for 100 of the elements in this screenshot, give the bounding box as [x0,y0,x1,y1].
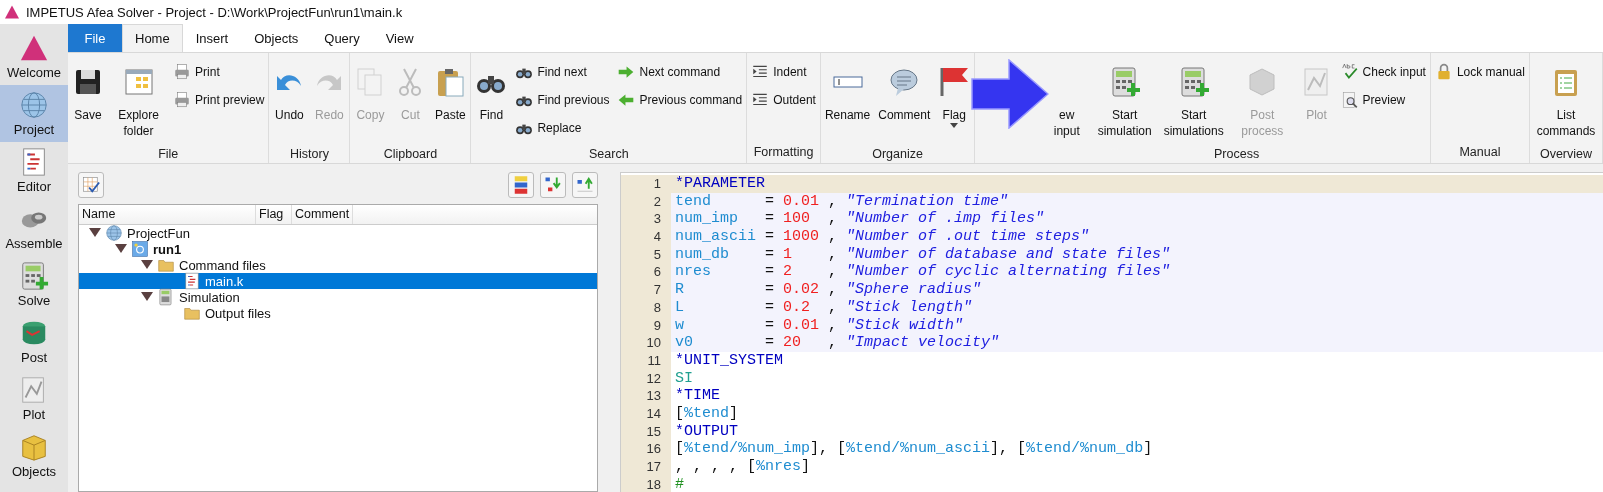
sidebar-item[interactable]: Post [0,313,68,370]
magnifier-icon [1340,91,1359,109]
code-line: *OUTPUT [674,422,739,441]
move-up-button[interactable] [572,172,598,198]
calculator-icon [19,261,49,291]
sidebar-item[interactable]: Objects [0,427,68,484]
move-down-button[interactable] [540,172,566,198]
triangle-logo-icon [4,4,20,20]
calculator-icon [157,288,175,306]
table-check-button[interactable] [78,172,104,198]
tree-label: Output files [205,305,271,321]
group-label: Process [1213,146,1261,163]
tree-label: main.k [205,273,244,289]
expanded-caret-icon[interactable] [89,228,101,238]
code-line: SI [674,369,694,388]
ribbon-button[interactable]: Start simulation [1091,59,1159,145]
tree-label: run1 [153,241,182,257]
ribbon-button[interactable]: Save [69,59,107,145]
sidebar-item[interactable]: Plot [0,370,68,427]
group-label: Clipboard [382,146,439,163]
ribbon-button[interactable]: Print [170,61,268,83]
table-check-icon [81,175,101,195]
ribbon-button[interactable]: List commands [1530,59,1601,145]
group-label: History [289,146,330,163]
ribbon-button[interactable]: Next command [614,61,746,83]
ribbon-button[interactable]: Find previous [512,89,613,111]
line-number: 17 [621,458,671,476]
line-number: 7 [621,281,671,299]
code-editor[interactable] [620,172,1603,492]
ribbon-button[interactable]: Indent [748,61,819,83]
ribbon-button[interactable]: Rename [821,59,874,145]
expanded-caret-icon[interactable] [141,260,153,270]
ribbon-button[interactable]: Find next [512,61,613,83]
group-label: Organize [871,146,924,163]
ribbon-button[interactable]: ew input [1044,59,1090,145]
group-label: Formatting [752,144,815,161]
ribbon-button[interactable]: Comment [875,59,934,145]
code-line: *TIME [674,387,721,405]
group-label: File [157,146,180,163]
group-label: Search [588,146,630,163]
globe-icon [105,224,123,242]
tree-row[interactable]: Output files [79,305,597,321]
column-header[interactable]: Flag [256,205,292,224]
line-number: 13 [621,387,671,405]
ribbon-button[interactable]: Print preview [170,89,268,111]
group-label: Overview [1538,146,1594,163]
file-menu-tab[interactable]: File [68,24,122,52]
ribbon-button[interactable]: Preview [1337,89,1429,111]
window-title: IMPETUS Afea Solver - Project - D:\Work\ProjectFun\run1\main.k [26,4,403,20]
tree-up-icon [575,175,595,195]
sidebar-item[interactable]: Editor [0,142,68,199]
ribbon-button[interactable]: Paste [431,59,470,145]
tree-button[interactable] [508,172,534,198]
code-line: , , , , [%nres] [674,458,812,476]
line-number: 4 [621,228,671,246]
line-number: 6 [621,263,671,282]
settings-window-icon [131,240,149,258]
ribbon-button[interactable]: Check input [1337,61,1429,83]
line-number: 10 [621,334,671,352]
ribbon-button[interactable]: Undo [270,59,309,145]
sidebar-item[interactable]: Welcome [0,28,68,85]
tree-label: ProjectFun [127,225,190,241]
line-number: 1 [621,175,671,193]
line-number: 16 [621,440,671,458]
ribbon-button[interactable]: Replace [512,117,613,139]
window-icon [122,66,155,98]
tree-row[interactable]: Simulation [79,289,597,305]
line-number: 3 [621,210,671,229]
column-header[interactable]: Name [79,205,256,224]
sidebar-item[interactable]: Project [0,85,68,142]
caret-icon [950,123,959,128]
expanded-caret-icon[interactable] [141,292,153,302]
globe-icon [19,90,49,120]
ribbon-button[interactable]: Flag [935,59,974,145]
sidebar-item[interactable]: Assemble [0,199,68,256]
code-line: # [674,475,685,492]
box-icon [19,432,49,462]
ribbon-button[interactable]: Explore folder [109,59,169,145]
tree-row[interactable]: main.k [79,273,597,289]
flag-icon [938,66,971,98]
spell-check-icon [1340,63,1359,81]
code-line: [%tend] [674,404,740,423]
expanded-caret-icon[interactable] [115,244,127,254]
tree-row[interactable]: ProjectFun [79,225,597,241]
column-header[interactable]: Comment [292,205,354,224]
sidebar-item[interactable]: Solve [0,256,68,313]
document-icon [183,272,201,290]
printer-icon [173,91,192,109]
tree-row[interactable]: run1 [79,241,597,257]
ribbon-tab[interactable]: Home [122,24,183,52]
ribbon-button[interactable]: Previous command [614,89,746,111]
group-label: Manual [1458,144,1502,161]
code-line: *UNIT_SYSTEM [674,351,785,370]
printer-icon [173,63,192,81]
tree-row[interactable]: Command files [79,257,597,273]
speech-bubble-icon [888,66,921,98]
ribbon-button[interactable]: Find [472,59,511,145]
ribbon-button[interactable]: Start simulations [1160,59,1228,145]
ribbon-button[interactable]: Lock manual [1431,61,1528,83]
ribbon-button[interactable]: Outdent [748,89,819,111]
